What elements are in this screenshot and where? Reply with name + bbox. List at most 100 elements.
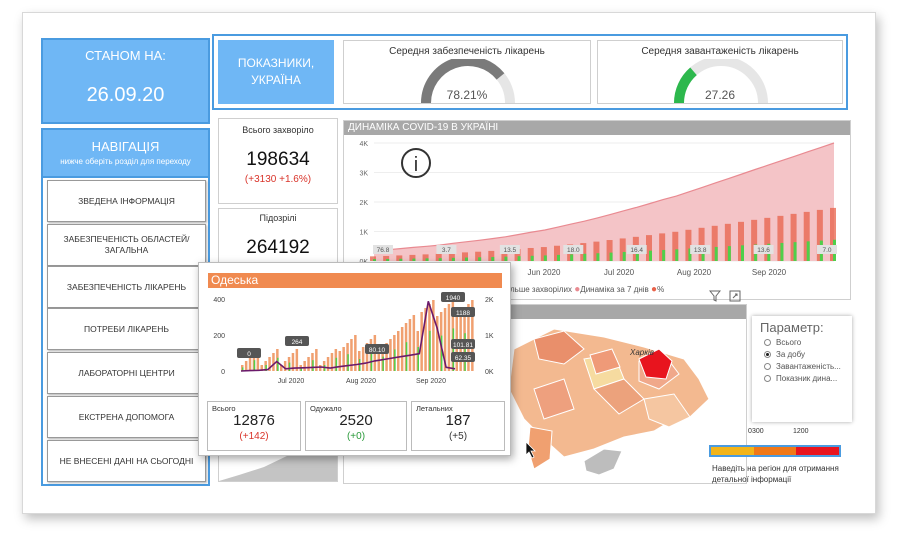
stat-label: Всього захворіло bbox=[242, 125, 314, 135]
parameter-option-total[interactable]: Всього bbox=[764, 338, 852, 347]
nav-hospital-needs-button[interactable]: ПОТРЕБИ ЛІКАРЕНЬ bbox=[47, 308, 206, 350]
radio-icon bbox=[764, 363, 771, 370]
date-box: СТАНОМ НА: 26.09.20 bbox=[41, 38, 210, 124]
green-bar bbox=[570, 254, 574, 261]
nav-missing-data-button[interactable]: НЕ ВНЕСЕНІ ДАНІ НА СЬОГОДНІ bbox=[47, 440, 206, 482]
parameter-title: Параметр: bbox=[760, 320, 824, 335]
y-tick-label: 4K bbox=[359, 141, 368, 148]
green-bar bbox=[417, 347, 419, 371]
gauge-value: 27.26 bbox=[704, 88, 736, 102]
data-label: 101.81 bbox=[453, 342, 473, 349]
bar bbox=[432, 300, 435, 371]
map-hint: Наведіть на регіон для отримання детальн… bbox=[712, 464, 839, 484]
radio-selected-icon bbox=[764, 351, 771, 358]
nav-hospitals-supply-button[interactable]: ЗАБЕЗПЕЧЕНІСТЬ ЛІКАРЕНЬ bbox=[47, 266, 206, 308]
date-label: СТАНОМ НА: bbox=[85, 48, 166, 63]
bar bbox=[319, 365, 322, 371]
legend-item: % bbox=[657, 285, 665, 294]
data-label: 1940 bbox=[446, 295, 461, 302]
green-bar bbox=[347, 354, 349, 371]
bar bbox=[326, 357, 330, 371]
navigation-subtitle: нижче оберіть розділ для переходу bbox=[60, 157, 191, 166]
parameter-option-daily[interactable]: За добу bbox=[764, 350, 852, 359]
stat-suspected[interactable]: Підозрілі 264192 bbox=[218, 208, 338, 266]
data-label: 18.0 bbox=[567, 247, 580, 254]
y-tick-label-left: 400 bbox=[213, 297, 225, 304]
bar bbox=[248, 357, 252, 371]
data-label: 13.8 bbox=[694, 247, 707, 254]
nav-laboratories-button[interactable]: ЛАБОРАТОРНІ ЦЕНТРИ bbox=[47, 352, 206, 394]
bar bbox=[338, 351, 341, 371]
bar bbox=[400, 327, 404, 371]
green-bar bbox=[675, 249, 679, 261]
bar bbox=[272, 353, 275, 371]
green-bar bbox=[780, 242, 784, 261]
y-tick-label-right: 2K bbox=[485, 297, 494, 304]
data-label: 16.4 bbox=[630, 247, 643, 254]
y-tick-label-right: 1K bbox=[485, 333, 494, 340]
region-popup[interactable]: Одеська 0 200 400 0K 1K 2K 0 264 80.10 1940 1188 10… bbox=[198, 262, 511, 456]
legend-item: Динаміка за 7 днів bbox=[580, 285, 649, 294]
gauge-hospital-supply[interactable]: Середня забезпеченість лікарень 78.21% bbox=[343, 40, 591, 104]
green-bar bbox=[359, 359, 361, 371]
green-bar bbox=[557, 254, 560, 261]
x-tick-label: Jun 2020 bbox=[528, 268, 561, 277]
green-bar bbox=[465, 257, 468, 261]
green-bar bbox=[386, 258, 390, 261]
x-tick-label: Sep 2020 bbox=[416, 378, 446, 385]
popup-chart: 0 200 400 0K 1K 2K 0 264 80.10 1940 1188 101.81 62.3… bbox=[205, 291, 505, 399]
green-bar bbox=[312, 360, 314, 371]
info-icon[interactable]: i bbox=[401, 148, 431, 178]
parameter-option-dynamics[interactable]: Показник дина... bbox=[764, 374, 852, 383]
data-label: 1188 bbox=[456, 310, 470, 317]
popup-kpi-recovered: Одужало 2520 (+0) bbox=[305, 401, 407, 451]
gauge-value: 78.21% bbox=[446, 88, 488, 102]
expand-icon[interactable] bbox=[729, 290, 741, 302]
popup-kpi-total: Всього 12876 (+142) bbox=[207, 401, 301, 451]
green-bar bbox=[596, 253, 600, 261]
green-bar bbox=[277, 357, 279, 371]
green-bar bbox=[649, 250, 652, 261]
x-tick-label: Aug 2020 bbox=[677, 268, 712, 277]
legend-text: льше захворілих bbox=[510, 285, 573, 294]
radio-icon bbox=[764, 375, 771, 382]
y-tick-label: 1K bbox=[359, 230, 368, 237]
data-label: 13.5 bbox=[504, 247, 517, 254]
stat-total-cases[interactable]: Всього захворіло 198634 (+3130 +1.6%) bbox=[218, 118, 338, 204]
nav-regions-button[interactable]: ЗАБЕЗПЕЧЕНІСТЬ ОБЛАСТЕЙ/ ЗАГАЛЬНА bbox=[47, 224, 206, 266]
nav-emergency-button[interactable]: ЕКСТРЕНА ДОПОМОГА bbox=[47, 396, 206, 438]
green-bar bbox=[727, 246, 731, 261]
y-tick-label-right: 0K bbox=[485, 369, 494, 376]
green-bar bbox=[394, 349, 396, 371]
map-city-label: Харків bbox=[629, 348, 654, 357]
nav-summary-button[interactable]: ЗВЕДЕНА ІНФОРМАЦІЯ bbox=[47, 180, 206, 222]
legend-color-mid bbox=[753, 447, 797, 455]
chart-title: ДИНАМІКА COVID-19 В УКРАЇНІ bbox=[344, 121, 850, 135]
green-bar bbox=[530, 255, 534, 261]
map-region-crimea[interactable] bbox=[583, 448, 623, 476]
data-label: 0 bbox=[247, 351, 251, 358]
green-bar bbox=[399, 258, 403, 261]
bar bbox=[361, 347, 365, 371]
stat-label: Підозрілі bbox=[259, 213, 297, 223]
data-label: 264 bbox=[292, 339, 303, 346]
bar bbox=[303, 361, 306, 371]
bar bbox=[244, 361, 248, 371]
y-tick-label-left: 0 bbox=[221, 369, 225, 376]
green-bar bbox=[793, 242, 797, 261]
bar bbox=[447, 304, 451, 371]
legend-color-high bbox=[796, 447, 840, 455]
parameter-option-load[interactable]: Завантаженість... bbox=[764, 362, 852, 371]
filter-icon[interactable] bbox=[709, 290, 721, 302]
map-color-legend bbox=[709, 445, 841, 457]
green-bar bbox=[335, 357, 338, 371]
radio-icon bbox=[764, 339, 771, 346]
green-bar bbox=[429, 330, 431, 371]
y-tick-label: 3K bbox=[359, 171, 368, 178]
legend-tick: 300 bbox=[752, 428, 764, 435]
gauge-hospital-load[interactable]: Середня завантаженість лікарень 27.26 bbox=[597, 40, 843, 104]
data-label: 80.10 bbox=[369, 347, 386, 354]
green-bar bbox=[288, 362, 291, 371]
x-tick-label: Aug 2020 bbox=[346, 378, 376, 385]
data-label: 13.6 bbox=[757, 247, 770, 254]
